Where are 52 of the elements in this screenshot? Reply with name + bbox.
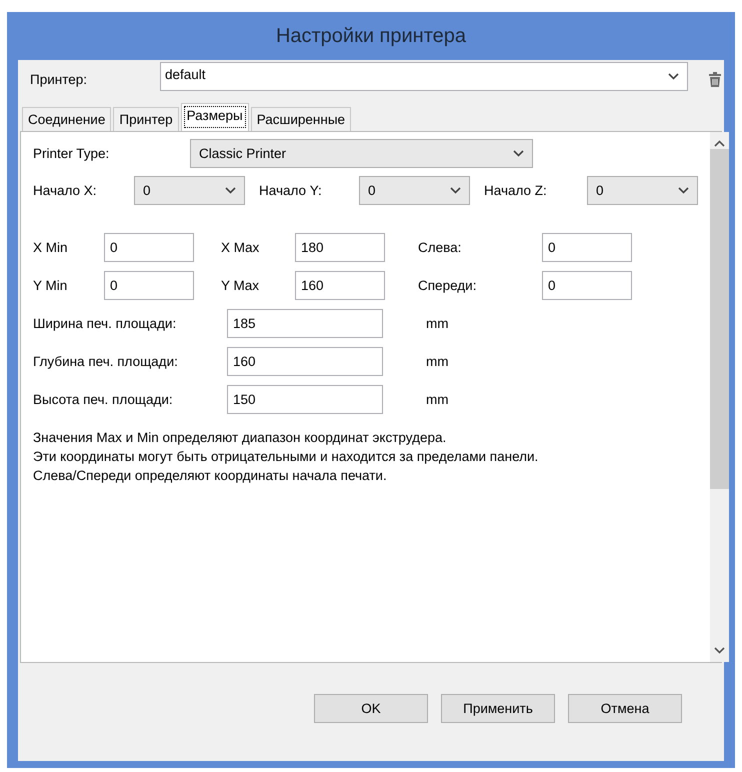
origin-label: Начало X: [33, 182, 98, 198]
unit-label: mm [426, 316, 448, 330]
coordinate-field[interactable]: 0 [542, 270, 632, 300]
coordinate-field[interactable]: 0 [104, 270, 194, 300]
bed-size-field[interactable]: 185 [227, 308, 383, 338]
tab[interactable]: Соединение [22, 107, 112, 131]
dialog-button[interactable]: Отмена [568, 694, 682, 723]
printer-type-dropdown[interactable]: Classic Printer [190, 138, 533, 168]
scrollbar-thumb[interactable] [710, 149, 729, 489]
trash-icon[interactable] [708, 71, 722, 87]
unit-label: mm [426, 354, 448, 368]
chevron-down-icon [678, 186, 689, 194]
coordinate-label: X Min [33, 240, 69, 254]
tab[interactable]: Расширенные [250, 107, 352, 131]
coordinate-label: Y Min [33, 278, 68, 292]
tab[interactable]: Размеры [180, 103, 249, 131]
origin-dropdown[interactable]: 0 [359, 176, 470, 204]
tab[interactable]: Принтер [113, 107, 179, 131]
chevron-down-icon [450, 186, 461, 194]
unit-label: mm [426, 392, 448, 406]
help-text: Значения Max и Min определяют диапазон координат экструдера. [33, 429, 448, 447]
window-title: Настройки принтера [276, 24, 466, 48]
printer-type-label: Printer Type: [33, 146, 110, 160]
coordinate-field[interactable]: 160 [295, 270, 385, 300]
origin-label: Начало Z: [484, 182, 548, 198]
printer-label: Принтер: [30, 72, 88, 86]
dialog-button[interactable]: Применить [441, 694, 555, 723]
coordinate-label: Слева: [417, 240, 462, 254]
help-text: Слева/Спереди определяют координаты начала печати. [33, 467, 388, 485]
coordinate-label: Спереди: [417, 278, 478, 292]
bed-size-label: Глубина печ. площади: [33, 354, 179, 368]
dialog-button[interactable]: OK [314, 694, 428, 723]
bed-size-field[interactable]: 150 [227, 384, 383, 414]
origin-label: Начало Y: [259, 182, 323, 198]
chevron-down-icon [513, 150, 524, 156]
printer-combo[interactable]: default [160, 62, 688, 91]
scroll-down-icon[interactable] [714, 647, 725, 654]
scroll-up-icon[interactable] [714, 140, 725, 147]
chevron-down-icon [225, 186, 236, 194]
coordinate-field[interactable]: 0 [542, 232, 632, 262]
bed-size-label: Высота печ. площади: [33, 392, 174, 406]
bed-size-field[interactable]: 160 [227, 346, 383, 376]
coordinate-field[interactable]: 0 [104, 232, 194, 262]
scrollbar[interactable] [710, 132, 729, 662]
coordinate-field[interactable]: 180 [295, 232, 385, 262]
bed-size-label: Ширина печ. площади: [33, 316, 178, 330]
help-text: Эти координаты могут быть отрицательными и находится за пределами панели. [33, 448, 540, 466]
chevron-down-icon [668, 73, 679, 80]
coordinate-label: Y Max [220, 278, 260, 292]
origin-dropdown[interactable]: 0 [134, 176, 245, 204]
coordinate-label: X Max [220, 240, 260, 254]
origin-dropdown[interactable]: 0 [587, 176, 698, 204]
